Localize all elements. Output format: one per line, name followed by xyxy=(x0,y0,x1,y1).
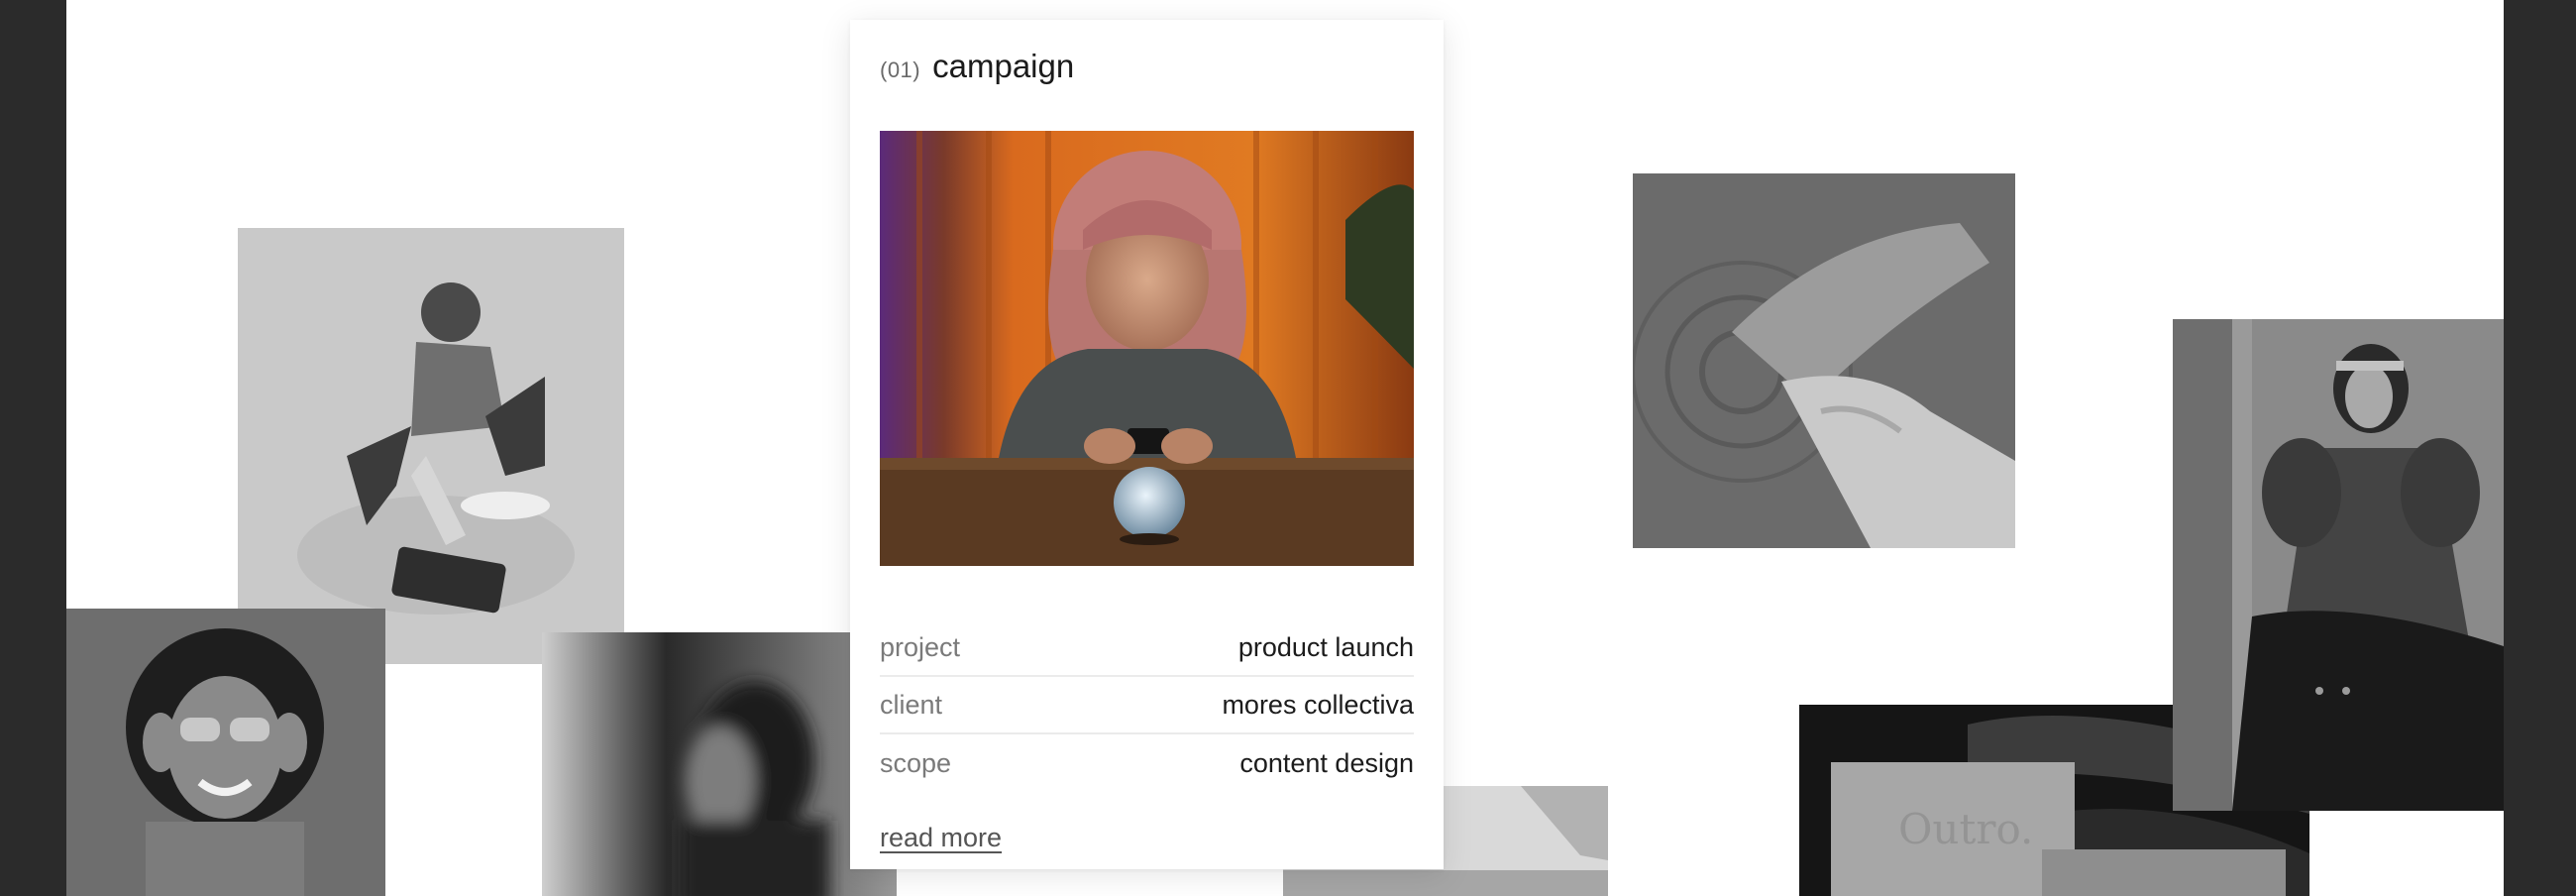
meta-row-scope: scope content design xyxy=(880,734,1414,792)
card-header: (01) campaign xyxy=(880,48,1074,85)
project-card[interactable]: (01) campaign project product launch cli… xyxy=(850,20,1444,869)
meta-row-client: client mores collectiva xyxy=(880,677,1414,734)
crouching-model-photo[interactable] xyxy=(238,228,624,664)
meta-key: project xyxy=(880,631,961,662)
meta-value: content design xyxy=(1239,747,1414,778)
project-meta-list: project product launch client mores coll… xyxy=(880,619,1414,792)
card-index: (01) xyxy=(880,57,921,82)
meta-key: scope xyxy=(880,747,952,778)
fashion-panther-photo[interactable] xyxy=(2173,319,2504,811)
outro-brand-stamp: Outro. xyxy=(1898,805,2033,853)
card-title: campaign xyxy=(932,48,1075,84)
campaign-photo[interactable] xyxy=(880,131,1414,566)
smiling-woman-sunglasses-photo[interactable] xyxy=(66,609,385,896)
meta-row-project: project product launch xyxy=(880,619,1414,677)
meta-value: mores collectiva xyxy=(1222,689,1414,720)
meta-value: product launch xyxy=(1237,631,1414,662)
collage-stage: Outro. (01) campaign project product lau… xyxy=(66,0,2504,896)
blurred-profile-photo[interactable] xyxy=(542,632,897,896)
read-more-link[interactable]: read more xyxy=(880,823,1002,853)
hands-in-water-photo[interactable] xyxy=(1633,173,2015,548)
meta-key: client xyxy=(880,689,943,720)
